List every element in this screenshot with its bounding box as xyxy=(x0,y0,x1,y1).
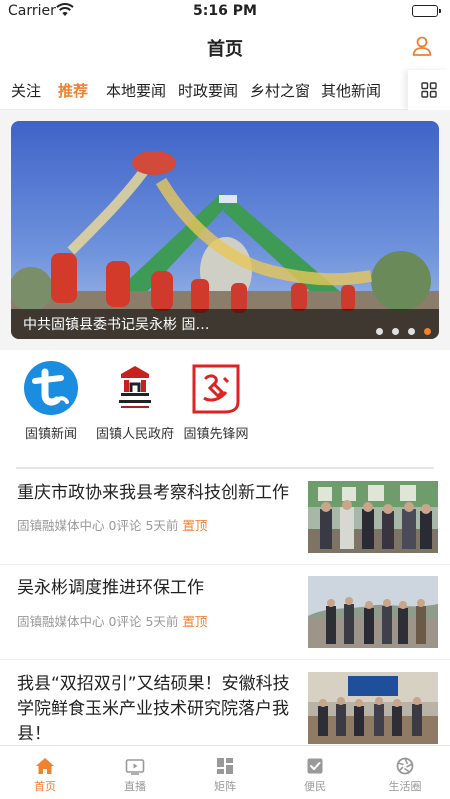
checkbox-icon xyxy=(307,758,323,774)
aperture-icon xyxy=(396,757,414,775)
tab-label: 便民 xyxy=(304,780,326,793)
channel-tabs: 关注 推荐 本地要闻 时政要闻 乡村之窗 其他新闻 xyxy=(0,70,450,110)
tab-politics-news[interactable]: 时政要闻 xyxy=(178,80,238,101)
shortcut-label: 固镇先锋网 xyxy=(183,427,249,442)
section-divider xyxy=(16,467,434,469)
shortcut-grid: 固镇新闻 固镇人民政府 固镇先锋网 xyxy=(0,350,450,460)
tab-label: 生活圈 xyxy=(388,780,422,793)
battery-icon xyxy=(412,5,441,17)
carousel-dot-active[interactable] xyxy=(424,328,431,335)
tab-matrix[interactable]: 矩阵 xyxy=(180,746,270,799)
tab-label: 矩阵 xyxy=(214,780,236,793)
nav-bar: 首页 xyxy=(0,24,450,68)
tab-live[interactable]: 直播 xyxy=(90,746,180,799)
news-item[interactable]: 吴永彬调度推进环保工作 固镇融媒体中心 0评论 5天前 置顶 xyxy=(0,565,450,660)
tab-label: 直播 xyxy=(124,780,146,793)
news-time: 5天前 xyxy=(145,518,179,533)
news-thumbnail xyxy=(308,481,438,553)
pinned-badge: 置顶 xyxy=(182,518,208,533)
tv-icon xyxy=(125,759,145,775)
tab-home[interactable]: 首页 xyxy=(0,746,90,799)
shortcut-label: 固镇人民政府 xyxy=(95,427,174,442)
person-icon[interactable] xyxy=(410,34,434,58)
shortcut-pioneer-net[interactable]: 固镇先锋网 xyxy=(171,360,261,442)
bottom-tab-bar: 首页 直播 矩阵 便民 生活圈 xyxy=(0,745,450,799)
shortcut-government[interactable]: 固镇人民政府 xyxy=(90,360,180,442)
party-flag-logo xyxy=(188,360,244,416)
banner-caption-bar: 中共固镇县委书记吴永彬 固… xyxy=(11,309,439,339)
carousel-dot[interactable] xyxy=(376,328,383,335)
pinned-badge: 置顶 xyxy=(182,614,208,629)
news-comments: 0评论 xyxy=(108,518,142,533)
tab-other-news[interactable]: 其他新闻 xyxy=(321,80,381,101)
banner-carousel[interactable]: 中共固镇县委书记吴永彬 固… xyxy=(11,121,439,339)
news-thumbnail xyxy=(308,672,438,744)
carousel-dot[interactable] xyxy=(408,328,415,335)
news-item[interactable]: 重庆市政协来我县考察科技创新工作 固镇融媒体中心 0评论 5天前 置顶 xyxy=(0,472,450,565)
tab-village-window[interactable]: 乡村之窗 xyxy=(250,80,310,101)
home-icon xyxy=(36,758,54,774)
news-source: 固镇融媒体中心 xyxy=(17,518,105,533)
banner-image xyxy=(11,121,439,339)
carousel-dot[interactable] xyxy=(392,328,399,335)
tab-label: 首页 xyxy=(34,780,56,793)
tab-life-circle[interactable]: 生活圈 xyxy=(360,746,450,799)
grid-icon[interactable] xyxy=(408,70,450,110)
shortcut-label: 固镇新闻 xyxy=(24,427,77,442)
news-comments: 0评论 xyxy=(108,614,142,629)
carousel-dots xyxy=(367,320,431,339)
news-title: 吴永彬调度推进环保工作 xyxy=(17,578,204,598)
status-bar: Carrier 5:16 PM xyxy=(0,0,450,24)
news-source: 固镇融媒体中心 xyxy=(17,614,105,629)
tab-local-news[interactable]: 本地要闻 xyxy=(106,80,166,101)
government-emblem-logo xyxy=(107,360,163,416)
shortcut-guzhen-news[interactable]: 固镇新闻 xyxy=(6,360,96,442)
page-title: 首页 xyxy=(207,39,243,60)
news-time: 5天前 xyxy=(145,614,179,629)
tab-recommend[interactable]: 推荐 xyxy=(58,80,88,101)
news-meta: 固镇融媒体中心 0评论 5天前 置顶 xyxy=(17,515,207,534)
tab-follow[interactable]: 关注 xyxy=(11,80,41,101)
guzhen-news-logo xyxy=(23,360,79,416)
matrix-icon xyxy=(217,758,233,774)
clock: 5:16 PM xyxy=(193,3,257,19)
tab-convenience[interactable]: 便民 xyxy=(270,746,360,799)
news-title: 我县“双招双引”又结硕果！安徽科技学院鲜食玉米产业技术研究院落户我县！ xyxy=(17,674,290,744)
news-title: 重庆市政协来我县考察科技创新工作 xyxy=(17,483,289,503)
banner-caption: 中共固镇县委书记吴永彬 固… xyxy=(23,317,210,333)
news-thumbnail xyxy=(308,576,438,648)
news-item[interactable]: 我县“双招双引”又结硕果！安徽科技学院鲜食玉米产业技术研究院落户我县！ xyxy=(0,660,450,752)
news-meta: 固镇融媒体中心 0评论 5天前 置顶 xyxy=(17,611,207,630)
